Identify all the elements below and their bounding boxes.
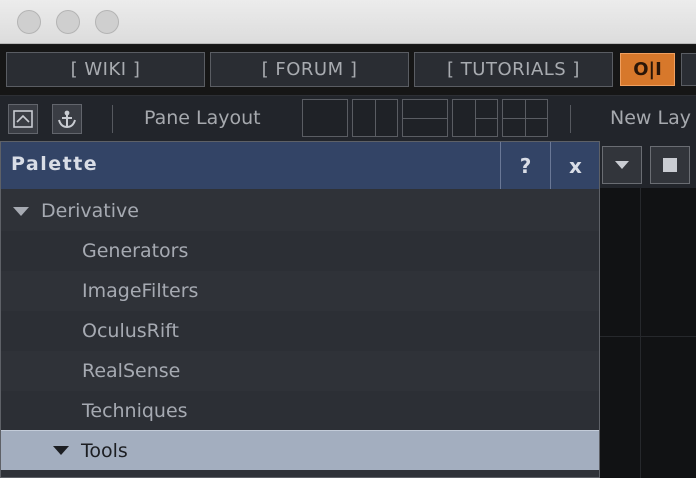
zoom-window-button[interactable] bbox=[95, 10, 119, 34]
toolbar-divider bbox=[112, 105, 113, 133]
palette-help-button[interactable]: ? bbox=[500, 142, 550, 189]
grid-line bbox=[600, 336, 696, 337]
minimize-window-button[interactable] bbox=[56, 10, 80, 34]
network-editor-pane[interactable] bbox=[600, 141, 696, 478]
network-menu-button[interactable] bbox=[602, 146, 642, 184]
layout-single-button[interactable] bbox=[302, 99, 348, 137]
tree-item-techniques[interactable]: Techniques bbox=[1, 391, 599, 431]
maximize-pane-icon[interactable] bbox=[8, 104, 38, 134]
new-layout-label[interactable]: New Lay bbox=[610, 107, 691, 129]
layout-quad-button[interactable] bbox=[502, 99, 548, 137]
window-titlebar bbox=[0, 0, 696, 44]
close-window-button[interactable] bbox=[17, 10, 41, 34]
expand-triangle-icon[interactable] bbox=[53, 446, 69, 455]
link-bar: [ WIKI ] [ FORUM ] [ TUTORIALS ] O|I bbox=[0, 45, 696, 95]
tree-item-derivative[interactable]: Derivative bbox=[1, 191, 599, 231]
linkbar-overflow-button[interactable] bbox=[681, 53, 696, 86]
layout-split-horizontal-button[interactable] bbox=[402, 99, 448, 137]
tree-item-oculusrift[interactable]: OculusRift bbox=[1, 311, 599, 351]
network-toolbar bbox=[600, 141, 696, 188]
toolbar: Pane Layout New Lay bbox=[0, 95, 696, 141]
tree-item-realsense[interactable]: RealSense bbox=[1, 351, 599, 391]
tree-item-label: OculusRift bbox=[82, 320, 179, 342]
pane-layout-label: Pane Layout bbox=[144, 107, 261, 129]
tree-item-label: Derivative bbox=[41, 200, 139, 222]
tutorials-button[interactable]: [ TUTORIALS ] bbox=[414, 52, 613, 87]
wiki-button[interactable]: [ WIKI ] bbox=[6, 52, 205, 87]
tree-item-label: ImageFilters bbox=[82, 280, 199, 302]
tree-item-imagefilters[interactable]: ImageFilters bbox=[1, 271, 599, 311]
stop-button[interactable] bbox=[650, 146, 690, 184]
layout-split-vertical-button[interactable] bbox=[352, 99, 398, 137]
tree-item-generators[interactable]: Generators bbox=[1, 231, 599, 271]
palette-close-button[interactable]: x bbox=[550, 142, 600, 189]
grid-line bbox=[640, 188, 641, 478]
tree-item-label: RealSense bbox=[82, 360, 181, 382]
tree-item-label: Techniques bbox=[82, 400, 188, 422]
toolbar-divider bbox=[570, 105, 571, 133]
expand-triangle-icon[interactable] bbox=[13, 206, 29, 216]
layout-three-pane-button[interactable] bbox=[452, 99, 498, 137]
palette-panel: Palette ? x Derivative Generators ImageF… bbox=[0, 141, 600, 478]
forum-button[interactable]: [ FORUM ] bbox=[210, 52, 409, 87]
palette-header: Palette ? x bbox=[1, 142, 599, 189]
palette-title: Palette bbox=[11, 153, 99, 175]
tree-item-label: Generators bbox=[82, 240, 189, 262]
tree-item-label: Tools bbox=[81, 439, 128, 462]
anchor-icon[interactable] bbox=[52, 104, 82, 134]
oi-toggle-button[interactable]: O|I bbox=[620, 53, 675, 86]
tree-item-tools[interactable]: Tools bbox=[1, 430, 599, 470]
